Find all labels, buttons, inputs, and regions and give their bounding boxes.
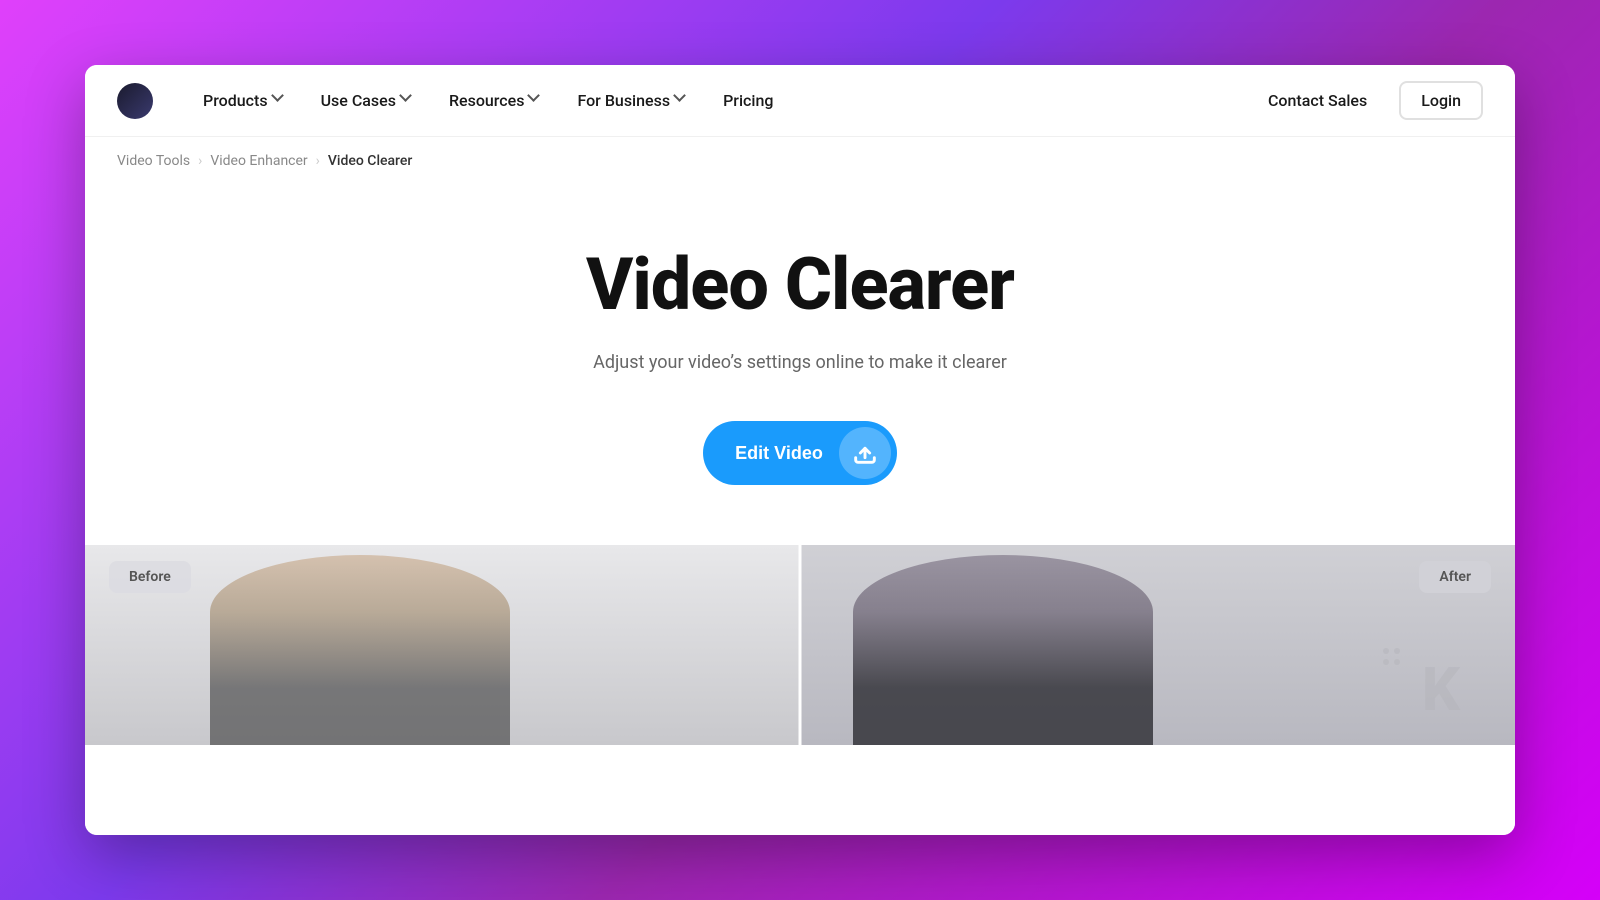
- nav-item-pricing[interactable]: Pricing: [705, 83, 791, 118]
- after-label: After: [1419, 561, 1491, 593]
- breadcrumb: Video Tools › Video Enhancer › Video Cle…: [85, 137, 1515, 185]
- k-logo-watermark: K: [1422, 654, 1455, 725]
- k-watermark-dots: [1383, 648, 1400, 665]
- upload-circle: [839, 427, 891, 479]
- nav-item-resources[interactable]: Resources: [431, 83, 560, 118]
- breadcrumb-video-tools[interactable]: Video Tools: [117, 153, 190, 169]
- after-section: After K: [800, 545, 1515, 745]
- main-content: Video Clearer Adjust your video’s settin…: [85, 185, 1515, 835]
- nav-links: Products Use Cases Resources For Busines…: [185, 83, 1252, 118]
- page-title: Video Clearer: [586, 245, 1014, 324]
- nav-label-for-business: For Business: [577, 91, 670, 110]
- before-after-container: Before After K: [85, 545, 1515, 745]
- before-label: Before: [109, 561, 191, 593]
- navbar: Products Use Cases Resources For Busines…: [85, 65, 1515, 137]
- nav-label-resources: Resources: [449, 91, 525, 110]
- nav-item-for-business[interactable]: For Business: [559, 83, 705, 118]
- nav-item-products[interactable]: Products: [185, 83, 303, 118]
- nav-label-pricing: Pricing: [723, 91, 773, 110]
- login-button[interactable]: Login: [1399, 81, 1483, 120]
- breadcrumb-separator-1: ›: [198, 153, 202, 169]
- before-person-figure: [210, 555, 510, 745]
- edit-video-button[interactable]: Edit Video: [703, 421, 897, 485]
- chevron-down-icon: [529, 95, 541, 107]
- nav-item-use-cases[interactable]: Use Cases: [303, 83, 431, 118]
- edit-video-label: Edit Video: [735, 443, 823, 464]
- nav-label-use-cases: Use Cases: [321, 91, 396, 110]
- before-section: Before: [85, 545, 800, 745]
- breadcrumb-separator-2: ›: [316, 153, 320, 169]
- after-person-figure: [853, 555, 1153, 745]
- nav-label-products: Products: [203, 91, 268, 110]
- browser-window: Products Use Cases Resources For Busines…: [85, 65, 1515, 835]
- contact-sales-button[interactable]: Contact Sales: [1252, 83, 1383, 118]
- upload-icon: [851, 439, 879, 467]
- chevron-down-icon: [273, 95, 285, 107]
- breadcrumb-video-enhancer[interactable]: Video Enhancer: [210, 153, 307, 169]
- hero-subtitle: Adjust your video’s settings online to m…: [593, 352, 1007, 373]
- nav-right: Contact Sales Login: [1252, 81, 1483, 120]
- before-after-divider: [799, 545, 802, 745]
- chevron-down-icon: [401, 95, 413, 107]
- chevron-down-icon: [675, 95, 687, 107]
- logo[interactable]: [117, 83, 153, 119]
- breadcrumb-video-clearer: Video Clearer: [328, 153, 412, 169]
